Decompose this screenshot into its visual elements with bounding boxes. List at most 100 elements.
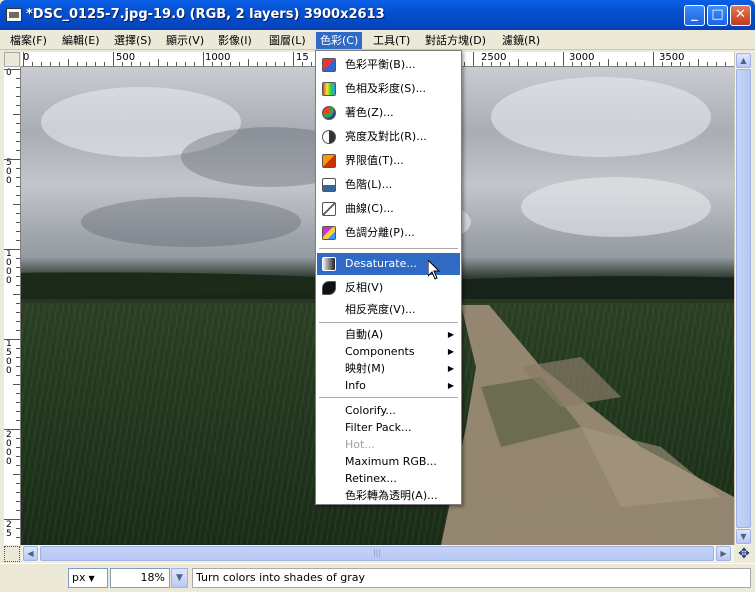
menu-item-components[interactable]: Components ▶ xyxy=(317,343,460,360)
hruler-tick xyxy=(653,52,654,66)
menu-item-invert[interactable]: 反相(V) xyxy=(317,277,460,299)
menu-file[interactable]: 檔案(F) xyxy=(6,32,51,49)
vruler-tick xyxy=(16,456,20,457)
vruler-tick xyxy=(16,528,20,529)
minimize-button[interactable]: _ xyxy=(684,5,705,26)
vruler-label: 1500 xyxy=(6,339,12,376)
menu-item-brightness-contrast[interactable]: 亮度及對比(R)... xyxy=(317,126,460,148)
quick-mask-toggle[interactable] xyxy=(4,546,20,562)
menu-item-colorize[interactable]: 著色(Z)... xyxy=(317,102,460,124)
zoom-input[interactable]: 18% xyxy=(110,568,170,588)
menu-colors[interactable]: 色彩(C) xyxy=(316,32,363,49)
hruler-tick xyxy=(491,62,492,66)
hruler-tick xyxy=(608,59,609,66)
hruler-tick xyxy=(590,62,591,66)
menu-select[interactable]: 選擇(S) xyxy=(110,32,156,49)
menu-item-maximum-rgb[interactable]: Maximum RGB... xyxy=(317,453,460,470)
menu-item-auto[interactable]: 自動(A) ▶ xyxy=(317,326,460,343)
hruler-tick xyxy=(212,62,213,66)
hruler-tick xyxy=(518,59,519,66)
navigate-icon[interactable]: ✥ xyxy=(736,546,752,562)
menu-image[interactable]: 影像(I) xyxy=(214,32,256,49)
scroll-left-button[interactable]: ◀ xyxy=(23,546,38,561)
menu-bar: 檔案(F) 編輯(E) 選擇(S) 顯示(V) 影像(I) 圖層(L) 色彩(C… xyxy=(0,30,755,50)
vruler-tick xyxy=(16,537,20,538)
menu-layer[interactable]: 圖層(L) xyxy=(265,32,310,49)
vruler-tick xyxy=(16,312,20,313)
hruler-tick xyxy=(86,62,87,66)
vertical-scroll-thumb[interactable] xyxy=(736,69,751,528)
vruler-tick xyxy=(16,375,20,376)
menu-item-posterize[interactable]: 色調分離(P)... xyxy=(317,222,460,244)
vruler-tick xyxy=(16,222,20,223)
menu-filters[interactable]: 濾鏡(R) xyxy=(498,32,544,49)
menu-item-hue-saturation[interactable]: 色相及彩度(S)... xyxy=(317,78,460,100)
app-icon[interactable] xyxy=(6,8,22,22)
menu-item-value-invert[interactable]: 相反亮度(V)... xyxy=(317,299,460,321)
hruler-tick xyxy=(482,62,483,66)
scroll-up-button[interactable]: ▲ xyxy=(736,53,751,68)
hruler-tick xyxy=(581,62,582,66)
hruler-tick xyxy=(302,62,303,66)
vruler-tick xyxy=(16,141,20,142)
vruler-tick xyxy=(16,177,20,178)
hruler-tick xyxy=(77,62,78,66)
menu-edit[interactable]: 編輯(E) xyxy=(58,32,104,49)
hruler-tick xyxy=(725,62,726,66)
vruler-tick xyxy=(4,69,20,70)
menu-tools[interactable]: 工具(T) xyxy=(369,32,414,49)
menu-separator xyxy=(319,322,458,323)
hruler-tick xyxy=(599,62,600,66)
menu-item-info[interactable]: Info ▶ xyxy=(317,377,460,394)
hruler-tick xyxy=(284,62,285,66)
hruler-tick xyxy=(293,52,294,66)
vertical-ruler[interactable]: 0 500 1000 1500 2000 25 xyxy=(4,67,21,545)
menu-item-curves[interactable]: 曲線(C)... xyxy=(317,198,460,220)
vruler-tick xyxy=(16,501,20,502)
vruler-tick xyxy=(16,402,20,403)
menu-item-threshold[interactable]: 界限值(T)... xyxy=(317,150,460,172)
hue-saturation-icon xyxy=(322,82,336,96)
menu-dialogs[interactable]: 對話方塊(D) xyxy=(421,32,490,49)
vruler-tick xyxy=(16,78,20,79)
menu-item-levels[interactable]: 色階(L)... xyxy=(317,174,460,196)
hruler-tick xyxy=(707,62,708,66)
hruler-tick xyxy=(248,59,249,66)
horizontal-scroll-thumb[interactable]: ||| xyxy=(40,546,714,561)
hruler-tick xyxy=(509,62,510,66)
zoom-dropdown-button[interactable]: ▼ xyxy=(171,568,188,588)
menu-item-color-to-alpha[interactable]: 色彩轉為透明(A)... xyxy=(317,487,460,504)
submenu-arrow-icon: ▶ xyxy=(447,330,454,339)
menu-item-colorify[interactable]: Colorify... xyxy=(317,402,460,419)
scroll-down-button[interactable]: ▼ xyxy=(736,529,751,544)
menu-item-color-balance[interactable]: 色彩平衡(B)... xyxy=(317,54,460,76)
hruler-tick xyxy=(563,52,564,66)
hruler-tick xyxy=(158,59,159,66)
hruler-tick xyxy=(149,62,150,66)
scroll-right-button[interactable]: ▶ xyxy=(716,546,731,561)
vertical-scrollbar[interactable]: ▲ ▼ xyxy=(734,52,751,545)
hruler-tick xyxy=(122,62,123,66)
hruler-tick xyxy=(554,62,555,66)
desaturate-icon xyxy=(322,257,336,271)
vruler-tick xyxy=(13,474,20,475)
menu-view[interactable]: 顯示(V) xyxy=(162,32,208,49)
window-title-bar[interactable]: *DSC_0125-7.jpg-19.0 (RGB, 2 layers) 390… xyxy=(0,0,755,30)
chevron-down-icon: ▼ xyxy=(88,574,95,583)
menu-item-filter-pack[interactable]: Filter Pack... xyxy=(317,419,460,436)
close-button[interactable]: ✕ xyxy=(730,5,751,26)
hruler-tick xyxy=(23,52,24,66)
hruler-tick xyxy=(275,62,276,66)
horizontal-scrollbar[interactable]: ◀ ||| ▶ xyxy=(21,545,734,562)
vruler-tick xyxy=(16,303,20,304)
submenu-arrow-icon: ▶ xyxy=(447,364,454,373)
unit-select[interactable]: px ▼ xyxy=(68,568,108,588)
status-message: Turn colors into shades of gray xyxy=(192,568,751,588)
menu-item-map[interactable]: 映射(M) ▶ xyxy=(317,360,460,377)
maximize-button[interactable]: □ xyxy=(707,5,728,26)
vruler-label: 25 xyxy=(6,520,12,539)
vruler-tick xyxy=(16,213,20,214)
menu-item-retinex[interactable]: Retinex... xyxy=(317,470,460,487)
hruler-tick xyxy=(239,62,240,66)
hruler-tick xyxy=(59,62,60,66)
